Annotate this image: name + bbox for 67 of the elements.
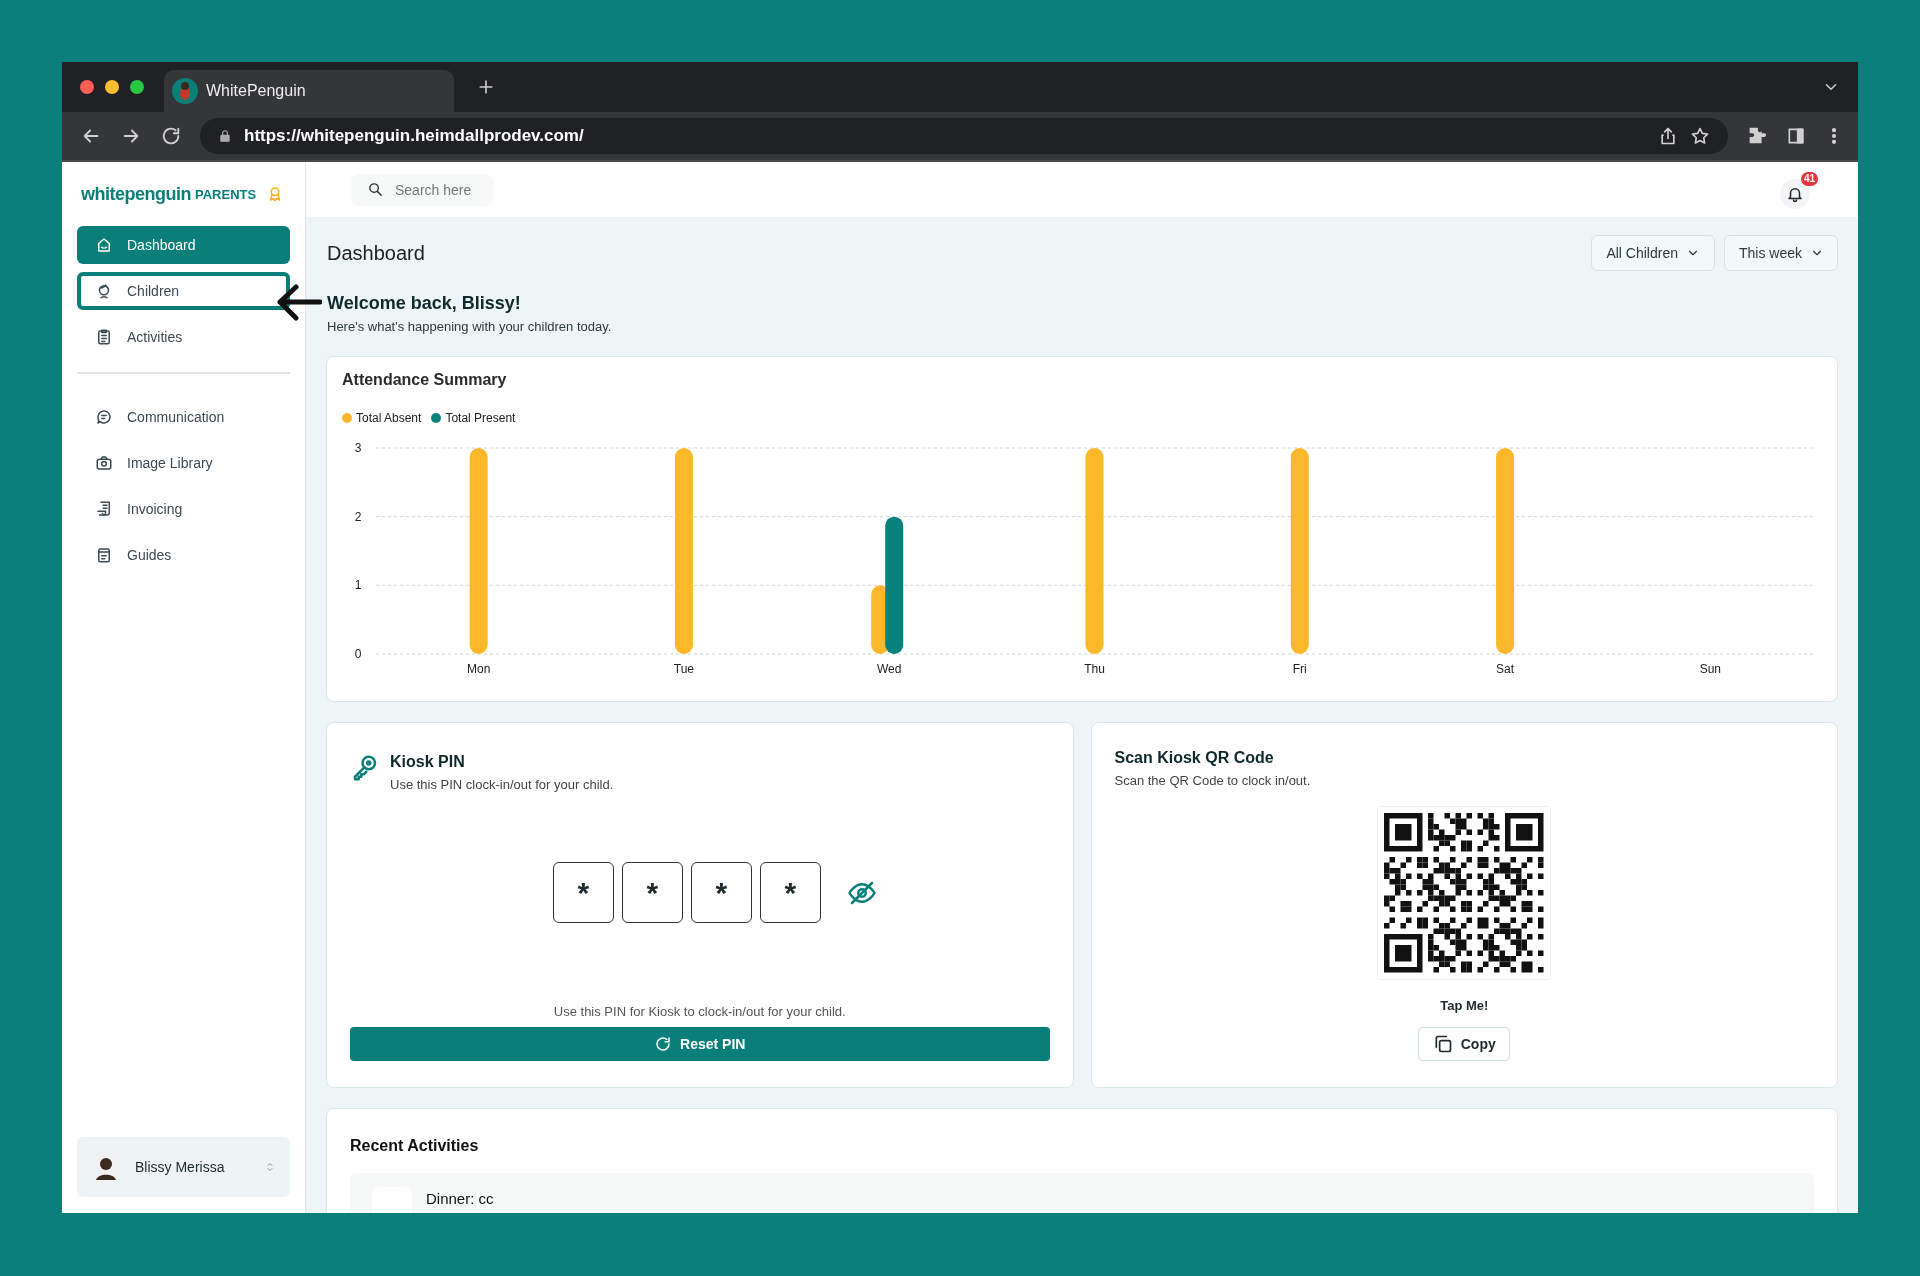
- reload-icon[interactable]: [160, 125, 182, 147]
- card-subtitle: Use this PIN clock-in/out for your child.: [390, 777, 614, 792]
- axis-category-label: Tue: [673, 662, 695, 676]
- reset-pin-button[interactable]: Reset PIN: [350, 1027, 1050, 1061]
- share-icon[interactable]: [1658, 126, 1678, 146]
- address-bar[interactable]: https://whitepenguin.heimdallprodev.com/: [200, 118, 1728, 154]
- card-title: Recent Activities: [350, 1137, 480, 1155]
- logo-suffix: PARENTS: [195, 186, 257, 202]
- pin-digit-box: *: [621, 862, 683, 923]
- pin-digit-box: *: [759, 862, 821, 923]
- sort-chevrons-icon: [264, 1161, 276, 1173]
- pin-digit-box: *: [552, 862, 614, 923]
- axis-tick-label: 0: [354, 647, 362, 661]
- legend-label: Total Absent: [356, 411, 422, 425]
- nav-item[interactable]: Image Library: [77, 444, 290, 482]
- nav-item[interactable]: Guides: [77, 536, 290, 574]
- axis-tick-label: 3: [354, 441, 362, 455]
- welcome-subtitle: Here's what's happening with your children today.: [327, 319, 613, 334]
- notification-count: 41: [1800, 171, 1818, 186]
- card-title: Attendance Summary: [342, 371, 508, 389]
- clipboard-icon: [95, 328, 113, 346]
- axis-tick-label: 1: [354, 578, 362, 593]
- search-field[interactable]: Search here: [351, 173, 493, 206]
- card-title: Scan Kiosk QR Code: [1114, 749, 1275, 767]
- home-icon: [95, 236, 113, 254]
- window-control[interactable]: [130, 80, 144, 94]
- axis-category-label: Sun: [1699, 662, 1722, 676]
- logo-wordmark: whitepenguin: [81, 183, 191, 205]
- browser-tab[interactable]: WhitePenguin: [164, 70, 454, 112]
- pin-note: Use this PIN for Kiosk to clock-in/out for your child.: [552, 1004, 847, 1019]
- window-control[interactable]: [80, 80, 94, 94]
- user-switcher[interactable]: Blissy Merissa: [77, 1137, 290, 1197]
- nav-item[interactable]: Children: [77, 272, 290, 310]
- sidebar-panel-icon[interactable]: [1786, 126, 1806, 146]
- legend-label: Total Present: [445, 411, 516, 425]
- qr-caption: Tap Me!: [1439, 998, 1490, 1013]
- nav-item[interactable]: Communication: [77, 398, 290, 436]
- welcome-heading: Welcome back, Blissy!: [327, 293, 522, 314]
- nav-item[interactable]: Invoicing: [77, 490, 290, 528]
- star-icon[interactable]: [1690, 126, 1710, 146]
- copy-button[interactable]: Copy: [1418, 1027, 1511, 1061]
- axis-category-label: Mon: [466, 662, 491, 676]
- activity-row[interactable]: Dinner: cc: [350, 1173, 1814, 1213]
- card-title: Kiosk PIN: [390, 753, 466, 771]
- window-control[interactable]: [105, 80, 119, 94]
- axis-category-label: Wed: [877, 662, 902, 676]
- page-title: Dashboard: [326, 241, 425, 265]
- refresh-icon: [654, 1035, 673, 1053]
- nav-item[interactable]: Activities: [77, 318, 290, 356]
- axis-tick-label: 2: [354, 509, 362, 524]
- nav-item[interactable]: Dashboard: [77, 226, 290, 264]
- chat-bubble-icon: [95, 408, 113, 426]
- annotation-arrow: [276, 284, 322, 324]
- filter-dropdown[interactable]: This week: [1724, 235, 1838, 271]
- receipt-icon: [95, 500, 113, 518]
- book-icon: [95, 546, 113, 564]
- card-subtitle: Scan the QR Code to clock in/out.: [1114, 773, 1312, 788]
- pin-digit-box: *: [690, 862, 752, 923]
- camera-icon: [95, 454, 113, 472]
- penguin-avatar-icon: [172, 78, 198, 104]
- lock-icon: [218, 129, 232, 143]
- filter-dropdown[interactable]: All Children: [1591, 235, 1715, 271]
- axis-category-label: Thu: [1084, 662, 1105, 676]
- axis-category-label: Sat: [1496, 662, 1515, 676]
- search-icon: [367, 180, 384, 198]
- url-text: https://whitepenguin.heimdallprodev.com/: [244, 126, 584, 146]
- axis-category-label: Fri: [1292, 662, 1307, 676]
